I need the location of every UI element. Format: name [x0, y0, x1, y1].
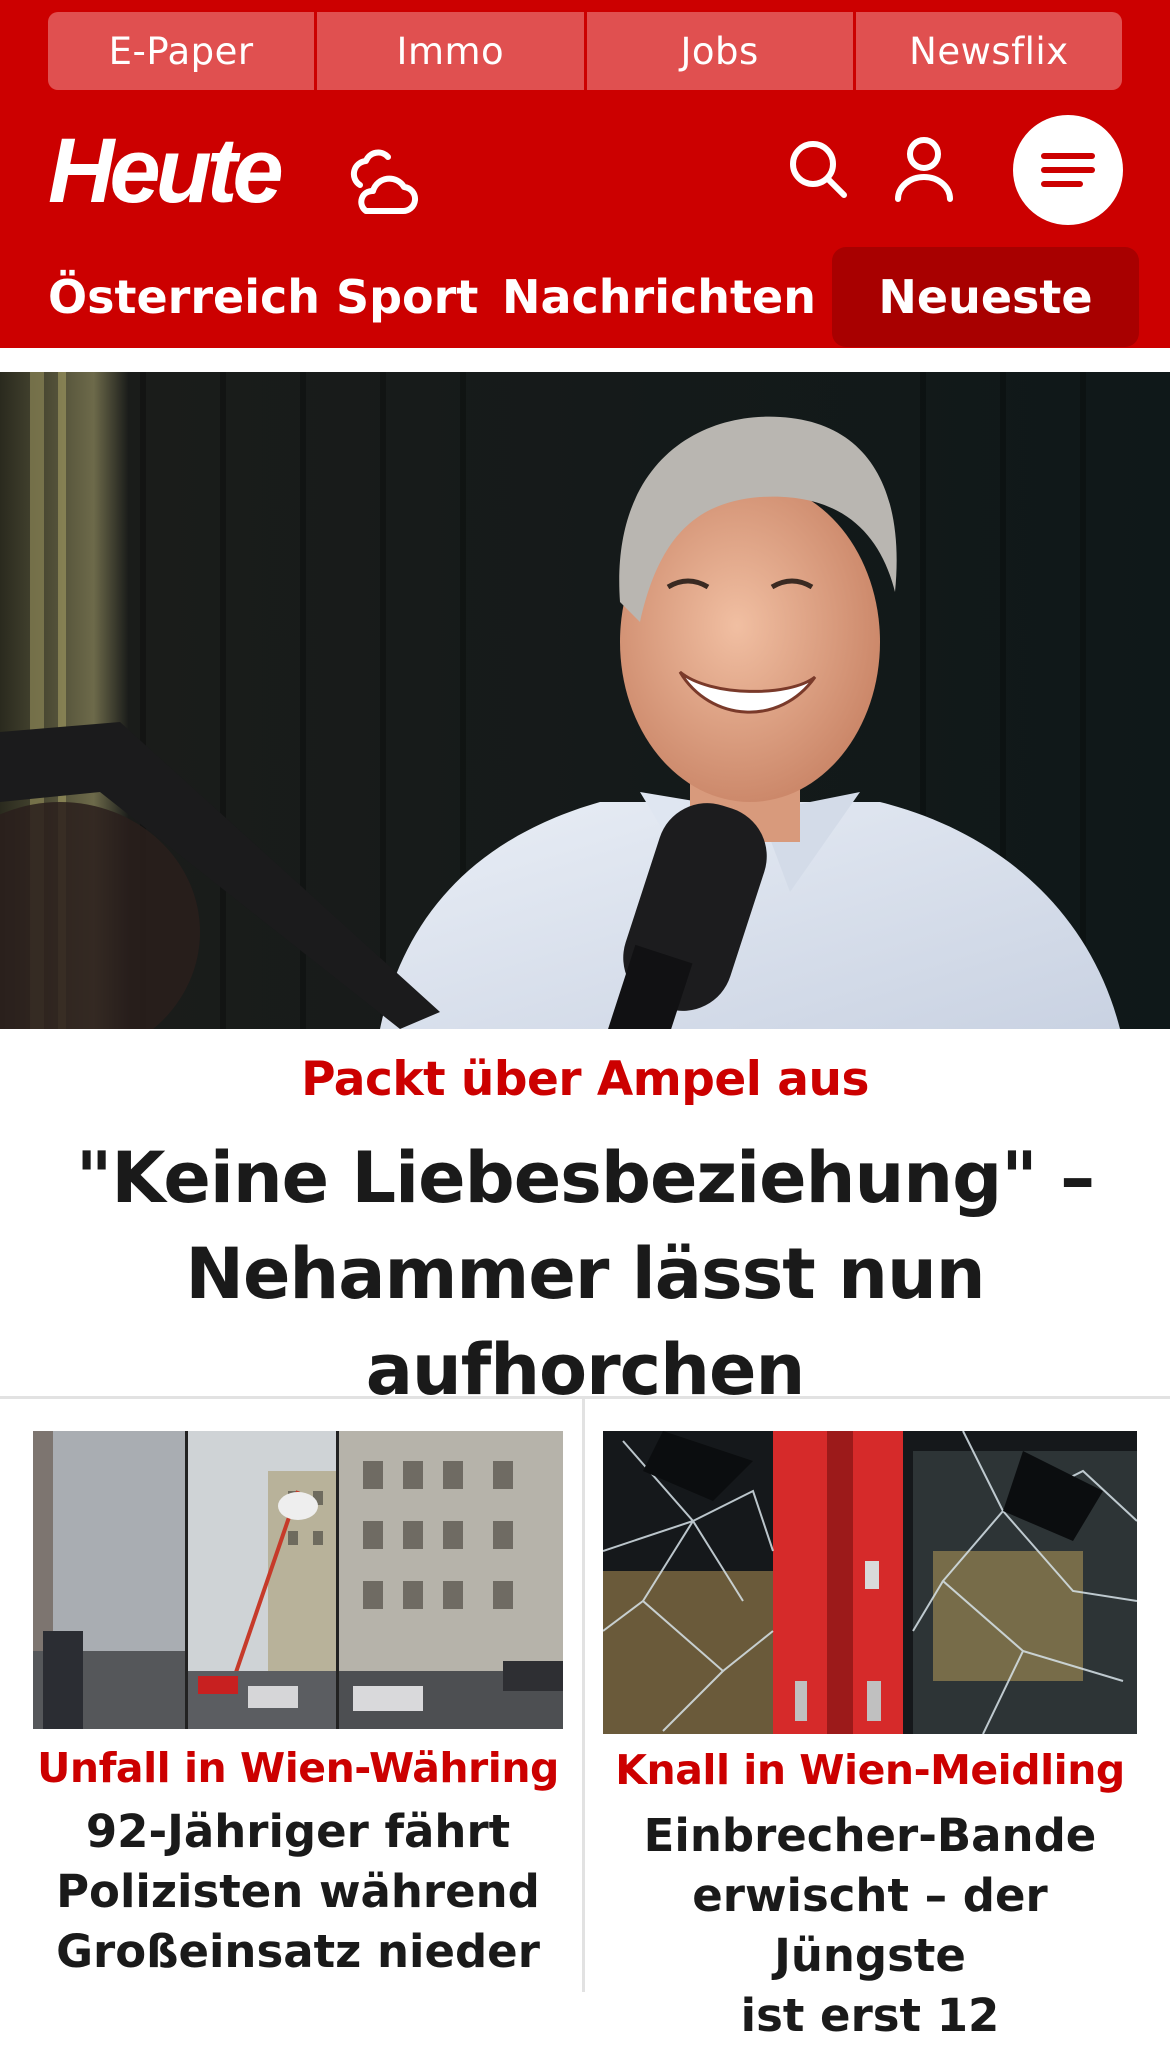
nav-item-neueste[interactable]: Neueste — [832, 247, 1139, 347]
top-link-jobs[interactable]: Jobs — [583, 12, 853, 90]
hero-headline-line: "Keine Liebesbeziehung" – — [75, 1137, 1095, 1219]
card-headline-line: Polizisten während — [56, 1865, 540, 1918]
top-links-bar: E-Paper Immo Jobs Newsflix — [48, 12, 1122, 90]
hero-headline-line: Nehammer lässt nun aufhorchen — [185, 1233, 985, 1411]
card-kicker[interactable]: Knall in Wien-Meidling — [603, 1746, 1137, 1794]
site-logo[interactable]: Heute — [48, 125, 284, 217]
nav-item-nachrichten[interactable]: Nachrichten — [502, 247, 816, 347]
card-headline[interactable]: 92-Jähriger fährt Polizisten während Gro… — [20, 1802, 576, 1982]
hero-photo-illustration — [0, 372, 1170, 1029]
card-headline-line: 92-Jähriger fährt — [85, 1805, 511, 1858]
card-headline-line: Einbrecher-Bande — [643, 1809, 1097, 1862]
hero-kicker[interactable]: Packt über Ampel aus — [0, 1052, 1170, 1107]
nav-item-oesterreich[interactable]: Österreich — [48, 247, 320, 347]
site-header: E-Paper Immo Jobs Newsflix Heute Österre… — [0, 0, 1170, 348]
card-kicker[interactable]: Unfall in Wien-Währing — [33, 1744, 563, 1792]
card-headline-line: ist erst 12 — [740, 1989, 1000, 2042]
card-image-broken-glass[interactable] — [603, 1431, 1137, 1734]
top-link-immo[interactable]: Immo — [314, 12, 584, 90]
top-link-newsflix[interactable]: Newsflix — [852, 12, 1122, 90]
fire-brigade-street-photo — [33, 1431, 563, 1729]
section-divider — [0, 1396, 1170, 1399]
card-headline-line: erwischt – der Jüngste — [692, 1869, 1048, 1982]
search-icon[interactable] — [786, 137, 850, 201]
card-image-fire-brigade[interactable] — [33, 1431, 563, 1729]
card-headline[interactable]: Einbrecher-Bande erwischt – der Jüngste … — [596, 1806, 1144, 2046]
card-headline-line: Großeinsatz nieder — [56, 1925, 540, 1978]
column-divider — [582, 1399, 585, 1992]
hero-headline[interactable]: "Keine Liebesbeziehung" – Nehammer lässt… — [20, 1130, 1150, 1418]
nav-item-sport[interactable]: Sport — [336, 247, 478, 347]
broken-glass-door-photo — [603, 1431, 1137, 1734]
brand-row: Heute — [0, 105, 1170, 245]
menu-button[interactable] — [1013, 115, 1123, 225]
user-icon[interactable] — [892, 135, 956, 203]
top-link-epaper[interactable]: E-Paper — [48, 12, 315, 90]
menu-icon — [1041, 153, 1095, 187]
weather-sun-cloud-icon[interactable] — [346, 145, 422, 221]
main-nav: Österreich Sport Nachrichten Neueste — [0, 247, 1170, 347]
hero-image[interactable] — [0, 372, 1170, 1029]
